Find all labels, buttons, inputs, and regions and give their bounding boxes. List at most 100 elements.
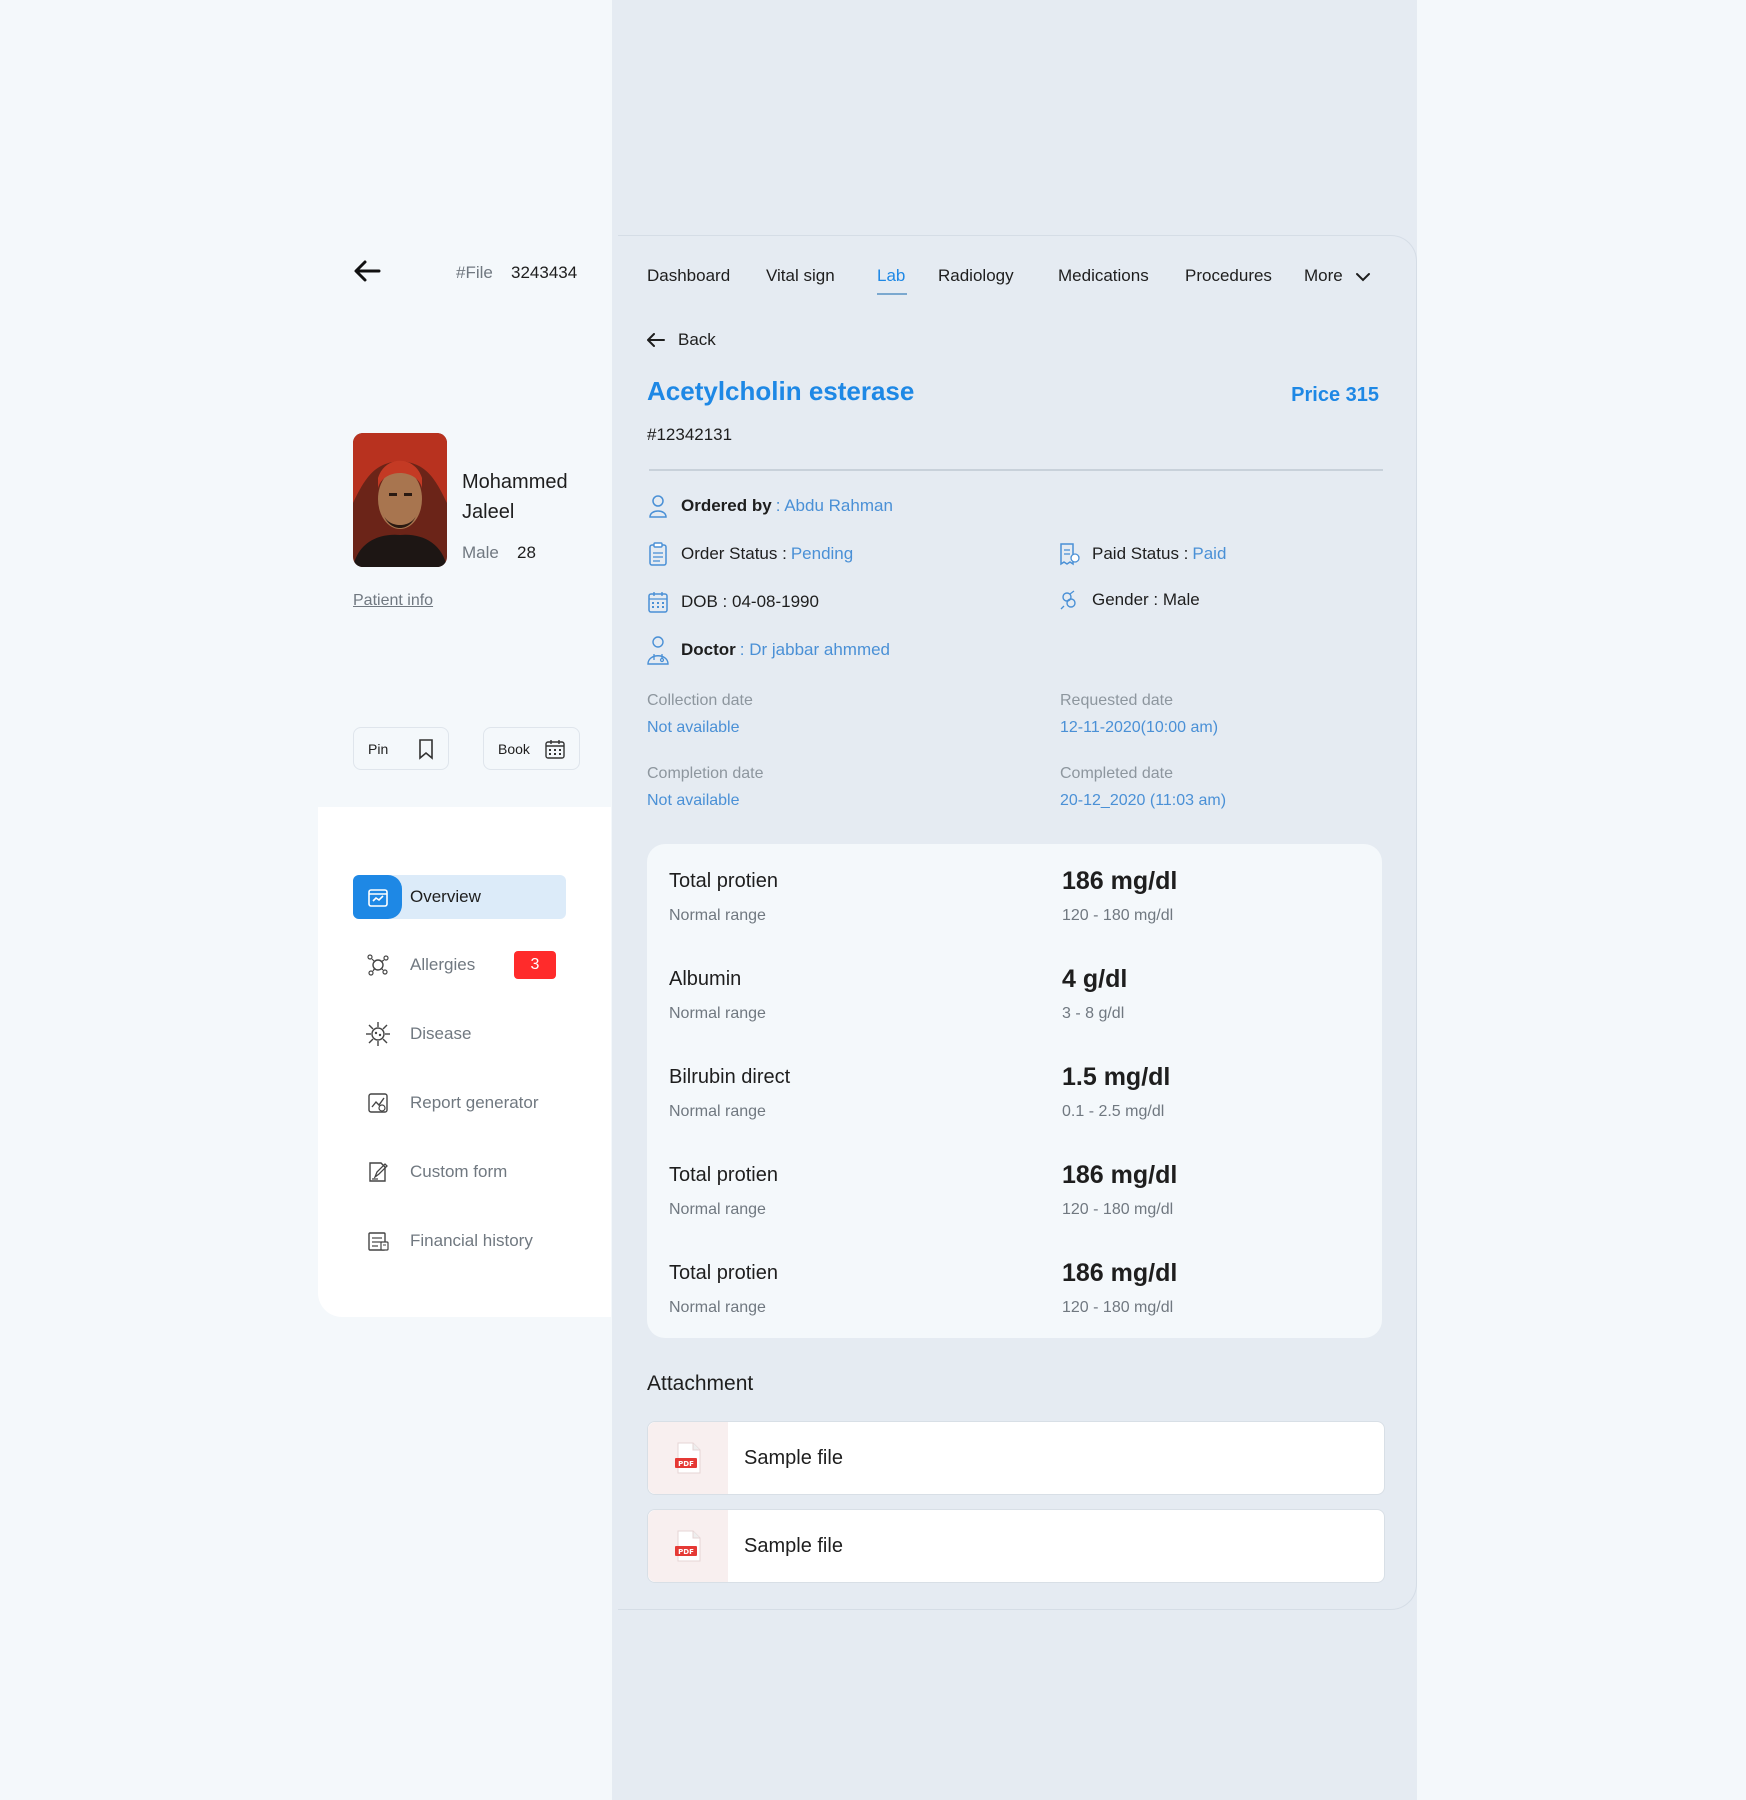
pin-button-label: Pin (368, 741, 389, 757)
sidebar-item-label: Disease (410, 1024, 472, 1043)
normal-range-value: 0.1 - 2.5 mg/dl (1062, 1103, 1165, 1120)
edit-form-icon (353, 1150, 402, 1194)
dob-value: DOB : 04-08-1990 (681, 592, 819, 611)
dob-row: DOB : 04-08-1990 (647, 590, 819, 614)
lab-detail-card: Dashboard Vital sign Lab Radiology Medic… (618, 235, 1417, 1610)
collection-date-label: Collection date (647, 692, 753, 709)
sidebar-menu: Overview Allergies 3 Disease Report gene… (318, 807, 611, 1317)
result-name: Total protien (669, 1164, 778, 1186)
attachment-item[interactable]: PDF Sample file (647, 1421, 1385, 1495)
normal-range-label: Normal range (669, 1005, 766, 1022)
tab-dashboard[interactable]: Dashboard (647, 266, 730, 286)
requested-date-label: Requested date (1060, 692, 1173, 709)
back-arrow-icon[interactable] (353, 259, 381, 283)
svg-text:PDF: PDF (678, 1548, 694, 1556)
sidebar-item-label: Allergies (410, 955, 476, 974)
doctor-label: Doctor (681, 640, 736, 659)
result-row: Total protien Normal range 186 mg/dl 120… (647, 1138, 1382, 1222)
bookmark-icon (419, 739, 433, 760)
pdf-icon: PDF (648, 1510, 728, 1582)
completion-date-value: Not available (647, 792, 740, 809)
book-button-label: Book (498, 741, 530, 757)
result-row: Albumin Normal range 4 g/dl 3 - 8 g/dl (647, 942, 1382, 1026)
requested-date-value: 12-11-2020(10:00 am) (1060, 719, 1219, 736)
doctor-icon (647, 636, 669, 665)
order-status-row: Order Status : Pending (647, 542, 853, 566)
book-button[interactable]: Book (483, 727, 580, 770)
tab-vital-sign[interactable]: Vital sign (766, 266, 835, 286)
normal-range-label: Normal range (669, 1201, 766, 1218)
collection-date-value: Not available (647, 719, 740, 736)
result-value: 4 g/dl (1062, 965, 1128, 993)
normal-range-label: Normal range (669, 907, 766, 924)
normal-range-value: 3 - 8 g/dl (1062, 1005, 1125, 1022)
sidebar-item-custom-form[interactable]: Custom form (353, 1150, 566, 1194)
tab-more[interactable]: More (1304, 266, 1343, 286)
user-icon (647, 494, 669, 518)
normal-range-value: 120 - 180 mg/dl (1062, 1299, 1174, 1316)
result-row: Total protien Normal range 186 mg/dl 120… (647, 1236, 1382, 1320)
chevron-down-icon[interactable] (1355, 271, 1371, 283)
sidebar-item-report-generator[interactable]: Report generator (353, 1081, 566, 1125)
tab-lab[interactable]: Lab (877, 266, 905, 286)
completion-date-label: Completion date (647, 765, 764, 782)
paid-status-value: Paid (1192, 544, 1227, 563)
sidebar-item-allergies[interactable]: Allergies 3 (353, 943, 566, 987)
normal-range-value: 120 - 180 mg/dl (1062, 1201, 1174, 1218)
result-name: Albumin (669, 968, 742, 990)
calendar-icon (545, 740, 565, 759)
sidebar-item-overview[interactable]: Overview (353, 875, 566, 919)
sidebar-item-label: Overview (410, 887, 481, 906)
result-value: 1.5 mg/dl (1062, 1063, 1171, 1091)
doctor-row: Doctor : Dr jabbar ahmmed (647, 636, 890, 665)
patient-info-link[interactable]: Patient info (353, 592, 433, 610)
sidebar-item-label: Custom form (410, 1162, 508, 1181)
active-tab-indicator (877, 293, 907, 295)
avatar (353, 433, 447, 567)
completed-date-value: 20-12_2020 (11:03 am) (1060, 792, 1227, 809)
attachment-title: Attachment (647, 1372, 754, 1395)
ordered-by-label: Ordered by (681, 496, 772, 515)
receipt-icon (1058, 542, 1080, 566)
back-label: Back (678, 330, 716, 349)
patient-panel: #File 3243434 Mohammed Jaleel Male 28 Pa… (318, 235, 611, 1317)
sidebar-item-financial-history[interactable]: Financial history (353, 1219, 566, 1263)
tab-medications[interactable]: Medications (1058, 266, 1149, 286)
patient-gender: Male (462, 543, 499, 562)
svg-text:PDF: PDF (678, 1460, 694, 1468)
patient-name: Mohammed Jaleel (462, 471, 568, 523)
report-chart-icon (353, 1081, 402, 1125)
result-name: Total protien (669, 870, 778, 892)
doctor-value[interactable]: : Dr jabbar ahmmed (740, 640, 890, 660)
attachment-item[interactable]: PDF Sample file (647, 1509, 1385, 1583)
overview-icon (353, 875, 402, 919)
allergies-icon (353, 943, 402, 987)
normal-range-label: Normal range (669, 1103, 766, 1120)
virus-icon (353, 1012, 402, 1056)
divider (649, 469, 1383, 471)
result-value: 186 mg/dl (1062, 1161, 1178, 1189)
ordered-by-value[interactable]: : Abdu Rahman (776, 496, 893, 516)
tab-radiology[interactable]: Radiology (938, 266, 1014, 286)
pin-button[interactable]: Pin (353, 727, 449, 770)
result-row: Bilrubin direct Normal range 1.5 mg/dl 0… (647, 1040, 1382, 1124)
test-title: Acetylcholin esterase (647, 376, 915, 406)
tab-procedures[interactable]: Procedures (1185, 266, 1272, 286)
order-status-label: Order Status : (681, 544, 787, 563)
ordered-by-row: Ordered by : Abdu Rahman (647, 494, 893, 518)
attachment-file-name: Sample file (744, 1447, 843, 1469)
order-status-value: Pending (790, 544, 854, 563)
sidebar-item-label: Report generator (410, 1093, 539, 1112)
back-arrow-icon (647, 333, 665, 347)
result-value: 186 mg/dl (1062, 867, 1178, 895)
test-price: Price 315 (1291, 384, 1379, 406)
paid-status-row: Paid Status : Paid (1058, 542, 1226, 566)
allergies-count-badge: 3 (514, 951, 556, 979)
result-row: Total protien Normal range 186 mg/dl 120… (647, 844, 1382, 928)
result-name: Total protien (669, 1262, 778, 1284)
completed-date-label: Completed date (1060, 765, 1173, 782)
patient-age: 28 (517, 543, 536, 562)
financial-icon (353, 1219, 402, 1263)
lab-results-list: Total protien Normal range 186 mg/dl 120… (647, 844, 1382, 1338)
sidebar-item-disease[interactable]: Disease (353, 1012, 566, 1056)
